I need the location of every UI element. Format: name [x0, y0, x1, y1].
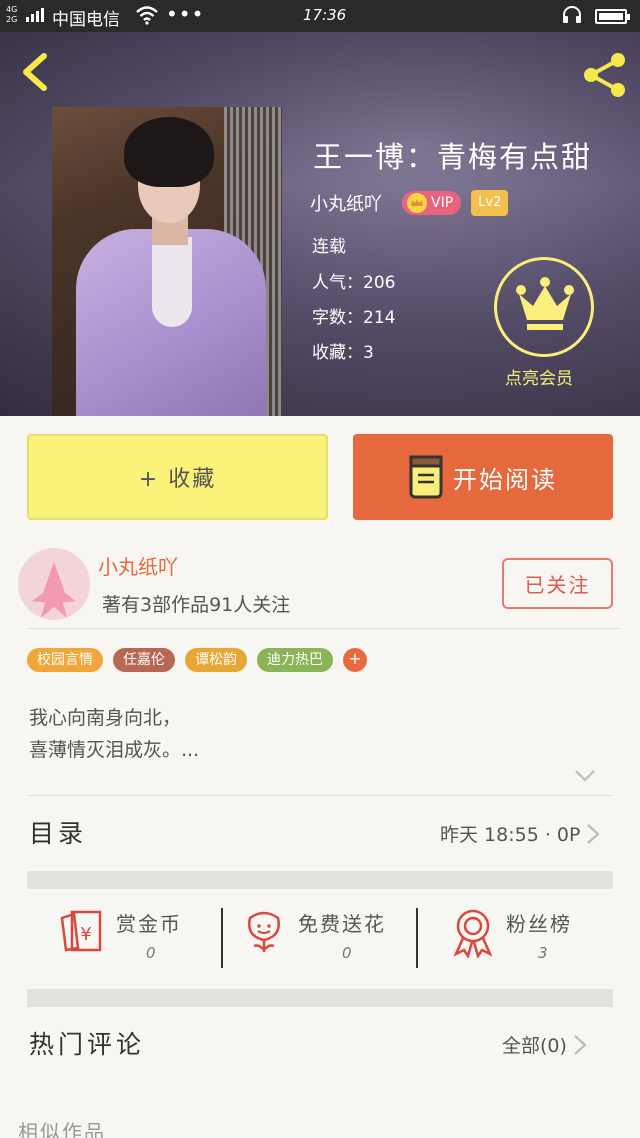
crown-icon — [516, 277, 574, 330]
popularity-count: 人气：206 — [312, 273, 396, 293]
book-status: 连载 — [312, 237, 346, 257]
reward-coins[interactable]: ¥ — [58, 908, 106, 954]
start-reading-button[interactable]: 开始阅读 — [353, 434, 613, 520]
synopsis-line: 喜薄情灭泪成灰。... — [29, 739, 200, 761]
fan-ranking-label-wrap[interactable]: 粉丝榜 — [506, 908, 572, 937]
back-chevron-icon[interactable] — [18, 52, 54, 92]
book-icon — [409, 455, 443, 499]
section-separator — [27, 871, 613, 889]
favorites-count: 收藏：3 — [312, 343, 374, 363]
author-name-link[interactable]: 小丸纸吖 — [98, 551, 178, 580]
tag-dilireba[interactable]: 迪力热巴 — [257, 648, 333, 672]
catalog-title[interactable]: 目录 — [29, 814, 87, 850]
vertical-divider — [221, 908, 223, 968]
book-cover-image — [52, 107, 282, 416]
followed-button[interactable]: 已关注 — [502, 558, 613, 609]
clock: 17:36 — [303, 6, 347, 24]
collect-button[interactable]: + 收藏 — [27, 434, 328, 520]
network-type: 4G 2G — [6, 5, 18, 24]
award-ribbon-icon — [453, 909, 493, 958]
tag-tan-songyun[interactable]: 谭松韵 — [185, 648, 247, 672]
flower-icon — [248, 911, 280, 952]
tag-ren-jialun[interactable]: 任嘉伦 — [113, 648, 175, 672]
catalog-updated: 昨天 18:55 · 0P — [440, 824, 581, 846]
divider — [27, 628, 621, 629]
wifi-icon — [136, 5, 158, 30]
section-separator — [27, 989, 613, 1007]
expand-chevron-icon[interactable] — [574, 768, 596, 787]
send-flowers-label: 免费送花 — [298, 912, 386, 936]
reward-coins-label-wrap[interactable]: 赏金币 — [116, 908, 182, 937]
fan-ranking[interactable] — [452, 908, 494, 958]
svg-text:¥: ¥ — [80, 924, 91, 945]
add-tag-button[interactable]: + — [343, 648, 367, 672]
vip-cta-label[interactable]: 点亮会员 — [505, 364, 573, 389]
reward-coins-label: 赏金币 — [116, 912, 182, 936]
carrier-name: 中国电信 — [52, 10, 120, 30]
fan-ranking-label: 粉丝榜 — [506, 912, 572, 936]
red-envelope-icon: ¥ — [60, 910, 102, 952]
similar-works-title: 相似作品 — [18, 1120, 106, 1138]
start-reading-label: 开始阅读 — [453, 465, 557, 494]
tag-campus-romance[interactable]: 校园言情 — [27, 648, 103, 672]
more-dots-icon: ••• — [166, 2, 205, 26]
synopsis: 我心向南身向北， 喜薄情灭泪成灰。... — [29, 702, 199, 766]
author-avatar[interactable] — [18, 548, 90, 620]
fan-ranking-value: 3 — [538, 944, 548, 962]
all-comments-label: 全部(0) — [502, 1035, 567, 1057]
signal-icon — [26, 6, 44, 22]
status-bar: 4G 2G 中国电信 ••• 17:36 — [0, 0, 640, 32]
catalog-update-row[interactable]: 昨天 18:55 · 0P — [440, 820, 601, 847]
vertical-divider — [416, 908, 418, 968]
author-line: 小丸纸吖 VIP Lv2 — [310, 190, 509, 216]
vip-badge: VIP — [402, 191, 462, 215]
vip-crown-button[interactable] — [494, 257, 594, 357]
word-count: 字数：214 — [312, 308, 396, 328]
crown-icon — [406, 193, 428, 213]
book-title: 王一博：青梅有点甜 — [313, 140, 593, 174]
chevron-right-icon — [574, 1034, 587, 1055]
synopsis-line: 我心向南身向北， — [29, 707, 182, 729]
send-flowers-value: 0 — [342, 944, 352, 962]
send-flowers[interactable] — [244, 908, 284, 956]
chevron-right-icon — [587, 823, 601, 844]
headphone-icon — [562, 6, 582, 29]
author-stats: 著有3部作品91人关注 — [102, 594, 291, 616]
reward-coins-value: 0 — [146, 944, 156, 962]
send-flowers-label-wrap[interactable]: 免费送花 — [298, 908, 386, 937]
vip-label: VIP — [431, 195, 454, 211]
hot-comments-title: 热门评论 — [29, 1030, 146, 1059]
all-comments-link[interactable]: 全部(0) — [502, 1031, 587, 1058]
book-header: 王一博：青梅有点甜 小丸纸吖 VIP Lv2 连载 人气：206 字数：214 … — [0, 32, 640, 416]
author-name[interactable]: 小丸纸吖 — [310, 190, 382, 216]
level-badge: Lv2 — [471, 190, 509, 216]
share-icon[interactable] — [582, 52, 628, 98]
divider — [27, 795, 613, 796]
tag-list: 校园言情 任嘉伦 谭松韵 迪力热巴 + — [27, 648, 367, 672]
battery-icon — [595, 9, 630, 24]
